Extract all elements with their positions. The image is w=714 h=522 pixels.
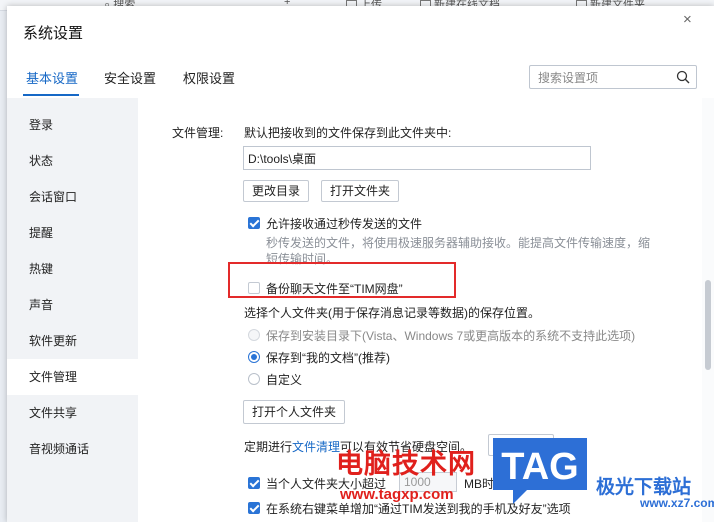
search-icon[interactable]: [676, 70, 690, 84]
personal-folder-desc: 选择个人文件夹(用于保存消息记录等数据)的保存位置。: [244, 306, 540, 320]
search-input[interactable]: [536, 68, 670, 88]
scrollbar-thumb[interactable]: [705, 280, 711, 370]
sidebar-item-file-management[interactable]: 文件管理: [7, 359, 138, 395]
sidebar-item-av-call[interactable]: 音视频通话: [7, 431, 138, 467]
sidebar: 登录 状态 会话窗口 提醒 热键 声音 软件更新 文件管理 文件共享 音视频通话: [7, 98, 138, 522]
sidebar-item-chat-window[interactable]: 会话窗口: [7, 179, 138, 215]
backup-chat-checkbox[interactable]: [248, 282, 260, 294]
tab-security-settings[interactable]: 安全设置: [104, 68, 156, 87]
context-menu-checkbox[interactable]: [248, 502, 260, 514]
file-cleanup-link[interactable]: 文件清理: [292, 440, 340, 454]
radio-install-dir: [248, 329, 260, 341]
sidebar-item-status[interactable]: 状态: [7, 143, 138, 179]
sidebar-item-hotkeys[interactable]: 热键: [7, 251, 138, 287]
tag-logo: TAG: [493, 438, 587, 504]
open-folder-button[interactable]: 打开文件夹: [321, 180, 400, 202]
sidebar-item-file-sharing[interactable]: 文件共享: [7, 395, 138, 431]
radio-my-documents[interactable]: [248, 351, 260, 363]
sidebar-item-login[interactable]: 登录: [7, 107, 138, 143]
tag-logo-text: TAG: [501, 446, 578, 488]
size-limit-checkbox[interactable]: [248, 477, 260, 489]
active-tab-indicator: [23, 94, 79, 96]
backup-chat-label: 备份聊天文件至“TIM网盘”: [266, 282, 403, 296]
save-location-desc: 默认把接收到的文件保存到此文件夹中:: [244, 126, 452, 140]
watermark-url: www.tagxp.com: [340, 486, 454, 503]
content-scrollbar[interactable]: [702, 98, 714, 522]
save-path-input[interactable]: [243, 146, 591, 170]
settings-search[interactable]: [529, 65, 697, 89]
allow-second-transfer-label: 允许接收通过秒传发送的文件: [266, 217, 423, 231]
sidebar-item-reminder[interactable]: 提醒: [7, 215, 138, 251]
tab-permission-settings[interactable]: 权限设置: [183, 68, 235, 87]
watermark-right-text: 极光下载站: [596, 477, 692, 498]
open-personal-folder-button[interactable]: 打开个人文件夹: [243, 400, 346, 424]
tab-basic-settings[interactable]: 基本设置: [26, 68, 78, 87]
watermark-right-url: www.xz7.com: [640, 496, 714, 510]
radio-custom-label: 自定义: [266, 373, 303, 387]
section-label: 文件管理:: [172, 126, 224, 140]
change-directory-button[interactable]: 更改目录: [243, 180, 310, 202]
radio-my-documents-label: 保存到“我的文档”(推荐): [266, 351, 390, 365]
window-title: 系统设置: [23, 25, 84, 42]
radio-custom[interactable]: [248, 373, 260, 385]
close-icon[interactable]: ×: [683, 11, 692, 28]
watermark-text: 电脑技术网: [336, 449, 476, 480]
sidebar-item-software-update[interactable]: 软件更新: [7, 323, 138, 359]
radio-install-dir-label: 保存到安装目录下(Vista、Windows 7或更高版本的系统不支持此选项): [266, 329, 636, 343]
sidebar-item-sound[interactable]: 声音: [7, 287, 138, 323]
allow-second-transfer-checkbox[interactable]: [248, 217, 260, 229]
